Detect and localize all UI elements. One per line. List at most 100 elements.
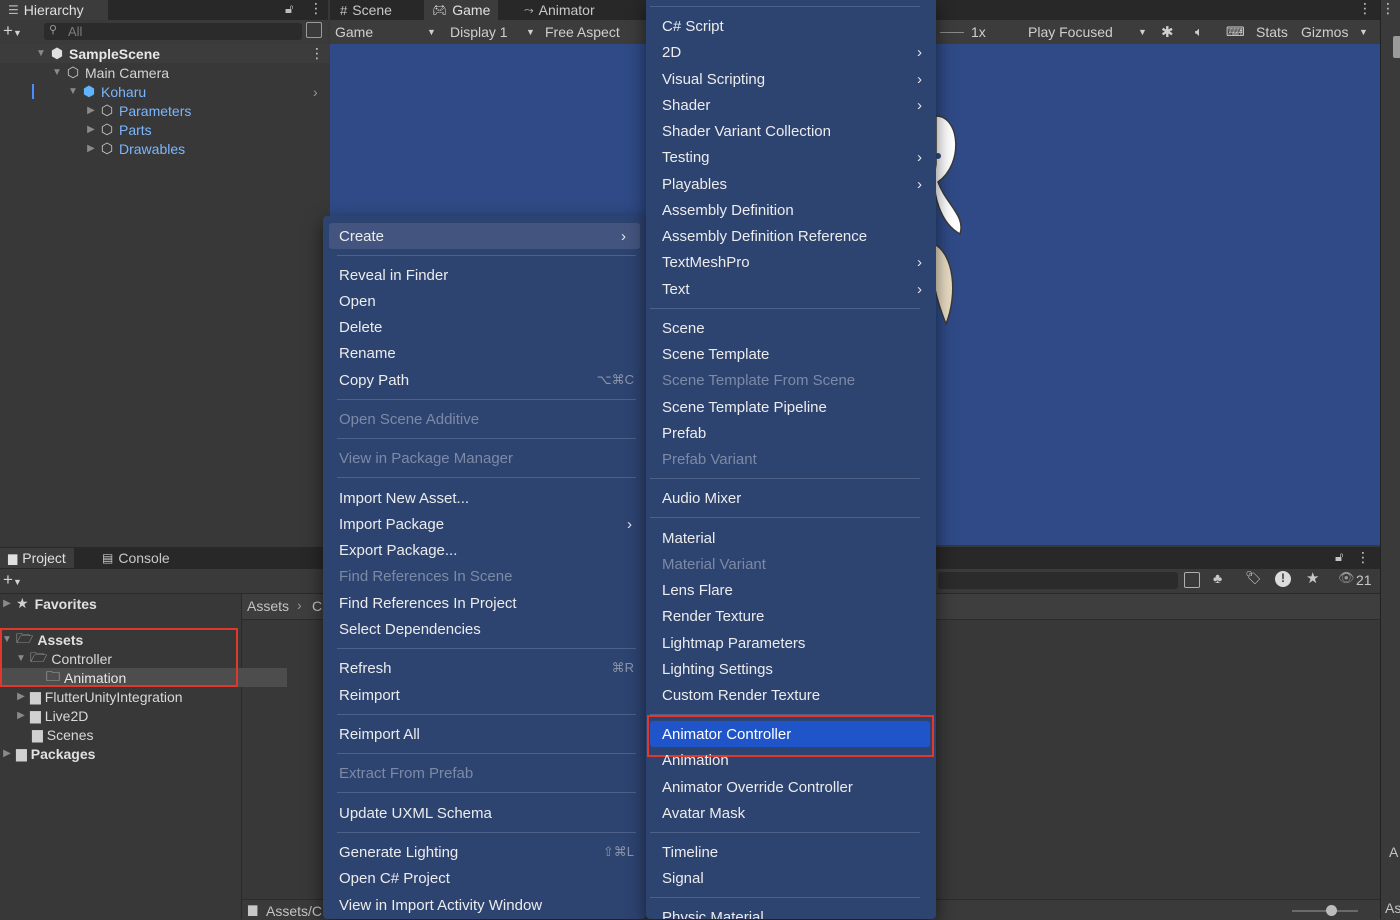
favorite-star-icon[interactable]: ★ (1306, 569, 1319, 587)
bug-icon[interactable]: ✱ (1161, 22, 1174, 42)
breadcrumb-item[interactable]: C (312, 598, 322, 614)
shapes-filter-icon[interactable]: ♣ (1213, 570, 1222, 586)
tree-item-scenes[interactable]: ▆ Scenes (0, 725, 93, 744)
menu-item-textmeshpro[interactable]: TextMeshPro › (646, 249, 936, 275)
menu-item-copy-path[interactable]: Copy Path ⌥⌘C (323, 367, 646, 393)
hierarchy-item-drawables[interactable]: ▶ ⬡ Drawables (0, 139, 185, 158)
menu-item-physic-material[interactable]: Physic Material (646, 904, 936, 919)
menu-item-scene[interactable]: Scene (646, 315, 936, 341)
lock-icon[interactable]: 🔓︎ (285, 1, 293, 17)
scene-search-icon[interactable] (306, 22, 322, 38)
menu-item-rename[interactable]: Rename (323, 340, 646, 366)
menu-item-view-in-import-activity-window[interactable]: View in Import Activity Window (323, 892, 646, 918)
menu-item-open-csharp-project[interactable]: Open C# Project (323, 865, 646, 891)
hierarchy-item-samplescene[interactable]: ▼ ⬢ SampleScene ⋮ (0, 44, 362, 63)
project-search-field[interactable] (938, 572, 1178, 589)
hierarchy-item-parts[interactable]: ▶ ⬡ Parts (0, 120, 152, 139)
tab-console[interactable]: ▤ Console (94, 548, 178, 568)
gizmos-dropdown[interactable]: Gizmos ▼ (1301, 22, 1369, 42)
collapse-arrow-icon[interactable]: ▶ (84, 124, 98, 135)
menu-item-custom-render-texture[interactable]: Custom Render Texture (646, 682, 936, 708)
label-filter-icon[interactable]: 🏷︎ (1245, 570, 1262, 586)
tab-scene[interactable]: # Scene (332, 0, 400, 20)
expand-arrow-icon[interactable]: ▼ (34, 48, 48, 59)
menu-item-animator-override-controller[interactable]: Animator Override Controller (646, 774, 936, 800)
menu-item-render-texture[interactable]: Render Texture (646, 603, 936, 629)
menu-item-export-package[interactable]: Export Package... (323, 537, 646, 563)
play-mode-dropdown[interactable]: Play Focused ▼ (1028, 22, 1150, 42)
kebab-menu-icon[interactable]: ⋮ (310, 45, 324, 62)
tree-item-favorites[interactable]: ▶ ★ Favorites (0, 594, 97, 613)
tree-item-live2d[interactable]: ▶ ▆ Live2D (0, 706, 88, 725)
warning-icon[interactable]: ! (1275, 571, 1291, 587)
kebab-menu-icon[interactable]: ⋮ (1358, 0, 1372, 17)
menu-item-open[interactable]: Open (323, 288, 646, 314)
menu-item-scene-template-pipeline[interactable]: Scene Template Pipeline (646, 394, 936, 420)
game-mode-dropdown[interactable]: Game ▼ (335, 22, 436, 42)
menu-item-visual-scripting[interactable]: Visual Scripting › (646, 66, 936, 92)
menu-item-reveal-in-finder[interactable]: Reveal in Finder (323, 262, 646, 288)
tab-project[interactable]: ▆ Project (0, 548, 74, 568)
collapse-arrow-icon[interactable]: ▶ (14, 691, 28, 702)
menu-item-audio-mixer[interactable]: Audio Mixer (646, 485, 936, 511)
menu-item-assembly-definition[interactable]: Assembly Definition (646, 197, 936, 223)
collapse-arrow-icon[interactable]: ▶ (84, 105, 98, 116)
expand-arrow-icon[interactable]: ▼ (50, 67, 64, 78)
kebab-menu-icon[interactable]: ⋮ (309, 0, 323, 17)
menu-item-animation[interactable]: Animation (646, 751, 936, 771)
menu-item-create[interactable]: Create › (329, 223, 640, 249)
icon-size-slider[interactable] (1292, 910, 1358, 912)
hierarchy-search-field[interactable]: ⚲ All (44, 23, 302, 40)
menu-item-scene-template[interactable]: Scene Template (646, 341, 936, 367)
menu-item-reimport[interactable]: Reimport (323, 682, 646, 708)
menu-item-lighting-settings[interactable]: Lighting Settings (646, 656, 936, 682)
menu-item-prefab[interactable]: Prefab (646, 420, 936, 446)
menu-item-timeline[interactable]: Timeline (646, 839, 936, 865)
menu-item-text[interactable]: Text › (646, 276, 936, 302)
icon-size-slider-thumb[interactable] (1326, 905, 1337, 916)
menu-item-select-dependencies[interactable]: Select Dependencies (323, 616, 646, 642)
keyboard-icon[interactable]: ⌨ (1226, 22, 1245, 42)
kebab-menu-icon[interactable]: ⋮ (1356, 549, 1370, 566)
menu-item-signal[interactable]: Signal (646, 865, 936, 891)
expand-arrow-icon[interactable]: ▼ (66, 86, 80, 97)
collapse-arrow-icon[interactable]: ▶ (0, 748, 14, 759)
scale-slider-track[interactable] (940, 32, 964, 33)
display-dropdown[interactable]: Display 1 ▼ (450, 22, 538, 42)
collapse-arrow-icon[interactable]: ▶ (14, 710, 28, 721)
collapse-arrow-icon[interactable]: ▶ (84, 143, 98, 154)
menu-item-lightmap-parameters[interactable]: Lightmap Parameters (646, 630, 936, 656)
scrollbar-thumb[interactable] (1393, 36, 1400, 58)
menu-item-lens-flare[interactable]: Lens Flare (646, 577, 936, 603)
menu-item-csharp-script[interactable]: C# Script (646, 13, 936, 39)
menu-item-update-uxml-schema[interactable]: Update UXML Schema (323, 800, 646, 826)
add-dropdown-button[interactable]: +▼ (3, 570, 22, 590)
search-by-type-icon[interactable] (1184, 572, 1200, 588)
menu-item-generate-lighting[interactable]: Generate Lighting ⇧⌘L (323, 839, 646, 865)
stats-button[interactable]: Stats (1256, 22, 1288, 42)
lock-icon[interactable]: 🔓︎ (1335, 549, 1343, 565)
menu-item-delete[interactable]: Delete (323, 314, 646, 340)
hierarchy-item-parameters[interactable]: ▶ ⬡ Parameters (0, 101, 191, 120)
hierarchy-item-main-camera[interactable]: ▼ ⬡ Main Camera (0, 63, 169, 82)
menu-item-find-references-in-project[interactable]: Find References In Project (323, 590, 646, 616)
aspect-dropdown[interactable]: Free Aspect (545, 22, 645, 42)
menu-item-reimport-all[interactable]: Reimport All (323, 721, 646, 747)
menu-item-assembly-definition-reference[interactable]: Assembly Definition Reference (646, 223, 936, 249)
tree-item-flutterunityintegration[interactable]: ▶ ▆ FlutterUnityIntegration (0, 687, 182, 706)
menu-item-avatar-mask[interactable]: Avatar Mask (646, 800, 936, 826)
menu-item-refresh[interactable]: Refresh ⌘R (323, 655, 646, 681)
collapse-arrow-icon[interactable]: ▶ (0, 598, 14, 609)
menu-item-playables[interactable]: Playables › (646, 171, 936, 197)
menu-item-import-package[interactable]: Import Package › (323, 511, 646, 537)
speaker-icon[interactable]: 🔈︎ (1195, 22, 1203, 42)
kebab-menu-icon[interactable]: ⋮ (1381, 0, 1395, 17)
tab-animator[interactable]: ⤳ Animator (516, 0, 603, 20)
menu-item-import-new-asset[interactable]: Import New Asset... (323, 485, 646, 511)
add-dropdown-button[interactable]: +▼ (3, 21, 22, 41)
chevron-right-icon[interactable]: › (313, 84, 318, 100)
menu-item-testing[interactable]: Testing › (646, 144, 936, 170)
menu-item-2d[interactable]: 2D › (646, 39, 936, 65)
menu-item-shader-variant-collection[interactable]: Shader Variant Collection (646, 118, 936, 144)
breadcrumb-item[interactable]: Assets (247, 598, 289, 614)
